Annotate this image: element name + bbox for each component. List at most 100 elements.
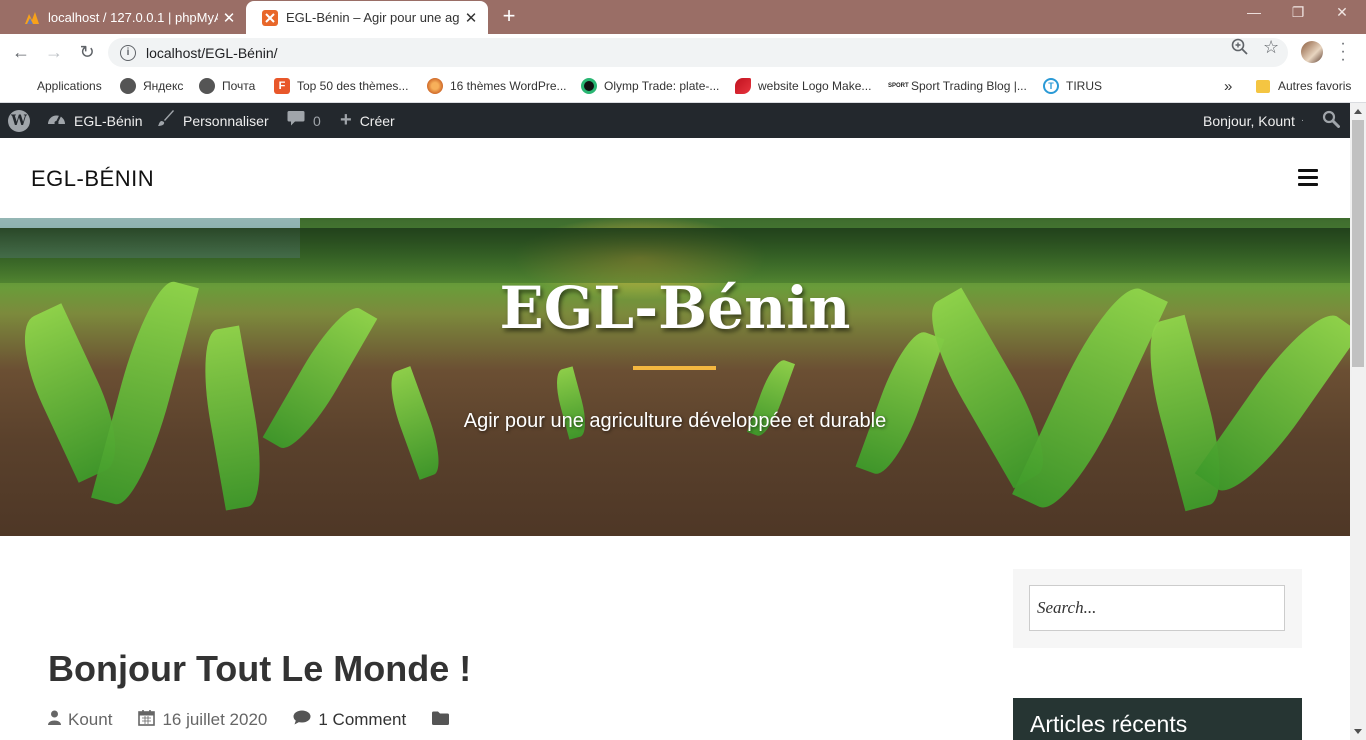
post-title-link[interactable]: Bonjour Tout Le Monde !: [48, 648, 471, 690]
folder-icon: [1256, 79, 1270, 93]
bookmark-top50[interactable]: F Top 50 des thèmes...: [274, 76, 408, 96]
apps-grid-icon: [14, 78, 30, 94]
globe-icon: [120, 78, 136, 94]
menu-kebab-icon[interactable]: · · ·: [1336, 36, 1350, 68]
bookmark-tirus[interactable]: T TIRUS: [1043, 76, 1102, 96]
bookmark-pochta[interactable]: Почта: [199, 76, 255, 96]
bookmark-logo-maker[interactable]: website Logo Make...: [735, 76, 871, 96]
dashboard-gauge-icon: [47, 110, 66, 131]
tab-phpmyadmin[interactable]: localhost / 127.0.0.1 | phpMyAdmin ✕: [8, 1, 246, 34]
admin-comments-count: 0: [313, 112, 321, 129]
admin-search-button[interactable]: [1322, 103, 1340, 138]
dropdown-dot-icon: ·: [1300, 115, 1305, 126]
post-author-link[interactable]: Kount: [48, 710, 112, 730]
bookmark-yandex[interactable]: Яндекс: [120, 76, 183, 96]
address-bar[interactable]: i localhost/EGL-Bénin/: [108, 38, 1288, 67]
search-input[interactable]: [1029, 585, 1285, 631]
scrollbar-thumb[interactable]: [1352, 120, 1364, 367]
tab-close-icon[interactable]: ✕: [460, 9, 482, 27]
admin-site-name-link[interactable]: EGL-Bénin: [47, 103, 142, 138]
tirus-icon: T: [1043, 78, 1059, 94]
bookmark-sport-trading[interactable]: SPORT Sport Trading Blog |...: [888, 76, 1027, 96]
tab-title: EGL-Bénin – Agir pour une agriculture dé…: [286, 10, 460, 25]
new-tab-button[interactable]: +: [497, 5, 521, 29]
hero-title: EGL-Bénin: [499, 274, 851, 342]
profile-avatar[interactable]: [1301, 41, 1323, 63]
menu-hamburger-icon[interactable]: [1298, 169, 1318, 186]
post-comments: 1 Comment: [318, 709, 407, 729]
paintbrush-icon: [157, 109, 175, 132]
scroll-up-arrow-icon[interactable]: [1354, 109, 1362, 114]
bookmark-label: Applications: [37, 79, 102, 93]
site-info-icon[interactable]: i: [120, 44, 136, 61]
user-icon: [48, 710, 61, 729]
wp-logo-button[interactable]: W: [8, 103, 30, 138]
recent-posts-title: Articles récents: [1030, 711, 1188, 737]
scroll-down-arrow-icon[interactable]: [1354, 729, 1362, 734]
browser-toolbar: ← → ↻ i localhost/EGL-Bénin/ ☆ · · ·: [0, 34, 1366, 70]
comment-icon: [293, 710, 311, 729]
url-text[interactable]: localhost/EGL-Bénin/: [146, 45, 278, 61]
tab-egl-benin[interactable]: EGL-Bénin – Agir pour une agriculture dé…: [246, 1, 488, 34]
bookmark-label: Olymp Trade: plate-...: [604, 79, 720, 93]
sport-icon: SPORT: [888, 78, 909, 94]
back-arrow-icon[interactable]: ←: [9, 40, 33, 64]
close-window-button[interactable]: ✕: [1320, 4, 1364, 21]
hero-banner: EGL-Bénin Agir pour une agriculture déve…: [0, 218, 1350, 536]
bookmark-label: website Logo Make...: [758, 79, 872, 93]
bookmark-label: Autres favoris: [1278, 79, 1352, 93]
browser-tab-strip: localhost / 127.0.0.1 | phpMyAdmin ✕ EGL…: [0, 0, 1366, 34]
bookmarks-overflow-button[interactable]: »: [1224, 76, 1232, 96]
phpmyadmin-favicon-icon: [24, 10, 40, 26]
bookmark-16-themes[interactable]: 16 thèmes WordPre...: [427, 76, 567, 96]
recent-posts-widget: Articles récents: [1013, 698, 1302, 740]
tab-close-icon[interactable]: ✕: [218, 9, 240, 27]
bookmark-label: Sport Trading Blog |...: [911, 79, 1027, 93]
admin-create-link[interactable]: + Créer: [340, 103, 395, 138]
olymp-icon: [581, 78, 597, 94]
bookmark-olymp-trade[interactable]: Olymp Trade: plate-...: [581, 76, 719, 96]
site-favicon-icon: [262, 9, 278, 26]
maximize-button[interactable]: ❐: [1276, 4, 1320, 21]
site-title-link[interactable]: EGL-BÉNIN: [31, 166, 154, 192]
folder-icon: [432, 711, 450, 729]
comment-bubble-icon: [287, 110, 305, 132]
bookmark-label: Яндекс: [143, 79, 184, 93]
globe-icon: [199, 78, 215, 94]
zoom-icon[interactable]: [1231, 38, 1248, 60]
search-widget: [1013, 569, 1302, 648]
bookmark-label: Почта: [222, 79, 256, 93]
admin-greeting: Bonjour, Kount: [1203, 112, 1295, 129]
search-icon: [1322, 110, 1340, 131]
hero-divider: [633, 366, 716, 370]
plus-icon: +: [340, 109, 352, 131]
page-scrollbar[interactable]: [1350, 103, 1366, 740]
bookmark-label: Top 50 des thèmes...: [297, 79, 409, 93]
post-date: 16 juillet 2020: [162, 709, 268, 729]
post-author: Kount: [68, 709, 113, 729]
bookmark-star-icon[interactable]: ☆: [1263, 37, 1279, 58]
bookmark-label: 16 thèmes WordPre...: [450, 79, 567, 93]
reload-icon[interactable]: ↻: [75, 40, 99, 64]
admin-create-label: Créer: [359, 112, 395, 129]
post-category-link[interactable]: [432, 711, 456, 729]
forward-arrow-icon[interactable]: →: [42, 40, 66, 64]
admin-customize-link[interactable]: Personnaliser: [157, 103, 269, 138]
pepper-icon: [735, 78, 751, 94]
bookmark-label: TIRUS: [1066, 79, 1102, 93]
post-comments-link[interactable]: 1 Comment: [293, 710, 406, 730]
other-bookmarks-folder[interactable]: Autres favoris: [1256, 76, 1351, 96]
admin-account-menu[interactable]: Bonjour, Kount ·: [1203, 103, 1304, 138]
wp-themes-icon: [427, 78, 443, 94]
admin-comments-link[interactable]: 0: [287, 103, 321, 138]
bookmark-applications[interactable]: Applications: [14, 76, 102, 96]
tab-title: localhost / 127.0.0.1 | phpMyAdmin: [48, 10, 218, 25]
hero-tagline: Agir pour une agriculture développée et …: [463, 410, 887, 432]
wp-admin-bar: W EGL-Bénin Personnaliser 0 + Créer Bonj…: [0, 103, 1366, 138]
calendar-icon: [138, 709, 156, 730]
minimize-button[interactable]: —: [1232, 4, 1276, 20]
post-date-link[interactable]: 16 juillet 2020: [138, 709, 267, 730]
post-meta: Kount 16 juillet 2020 1 Comment: [48, 709, 482, 730]
f-logo-icon: F: [274, 78, 290, 94]
corn-leaf: [855, 325, 945, 481]
